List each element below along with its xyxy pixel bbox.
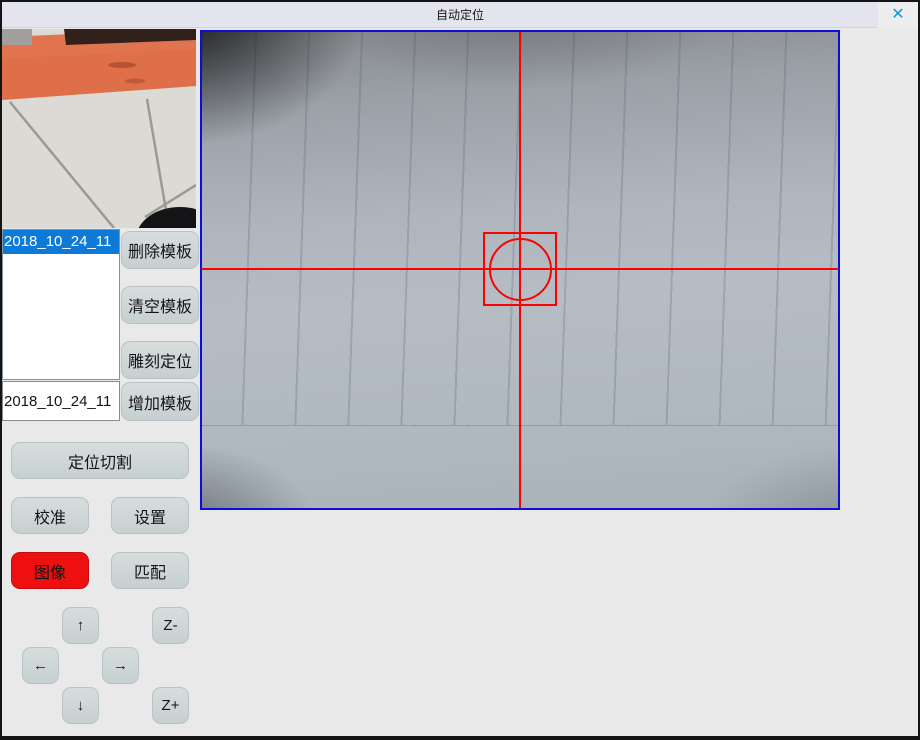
camera-view[interactable] [200,30,840,510]
jog-left-button[interactable]: ← [22,647,59,684]
delete-template-button[interactable]: 删除模板 [121,231,199,269]
jog-z-minus-button[interactable]: Z- [152,607,189,644]
close-icon[interactable]: ✕ [878,2,918,28]
jog-right-button[interactable]: → [102,647,139,684]
template-thumbnail[interactable] [2,29,196,228]
template-list[interactable]: 2018_10_24_11 [2,229,120,380]
add-template-button[interactable]: 增加模板 [121,382,199,421]
image-button[interactable]: 图像 [11,552,89,589]
position-cut-button[interactable]: 定位切割 [11,442,189,479]
auto-position-dialog: 自动定位 ✕ 2018_10_24_11 删除模板 清空模板 雕刻定位 增加模板 [0,0,920,740]
window-title: 自动定位 [2,2,918,28]
template-name-input[interactable] [2,381,120,421]
jog-z-plus-button[interactable]: Z+ [152,687,189,724]
engrave-position-button[interactable]: 雕刻定位 [121,341,199,379]
match-button[interactable]: 匹配 [111,552,189,589]
title-bar: 自动定位 ✕ [2,2,918,28]
clear-templates-button[interactable]: 清空模板 [121,286,199,324]
list-item[interactable]: 2018_10_24_11 [3,230,119,254]
jog-up-button[interactable]: ↑ [62,607,99,644]
jog-down-button[interactable]: ↓ [62,687,99,724]
settings-button[interactable]: 设置 [111,497,189,534]
target-circle [489,238,552,301]
thumbnail-photo [2,29,196,228]
calibrate-button[interactable]: 校准 [11,497,89,534]
